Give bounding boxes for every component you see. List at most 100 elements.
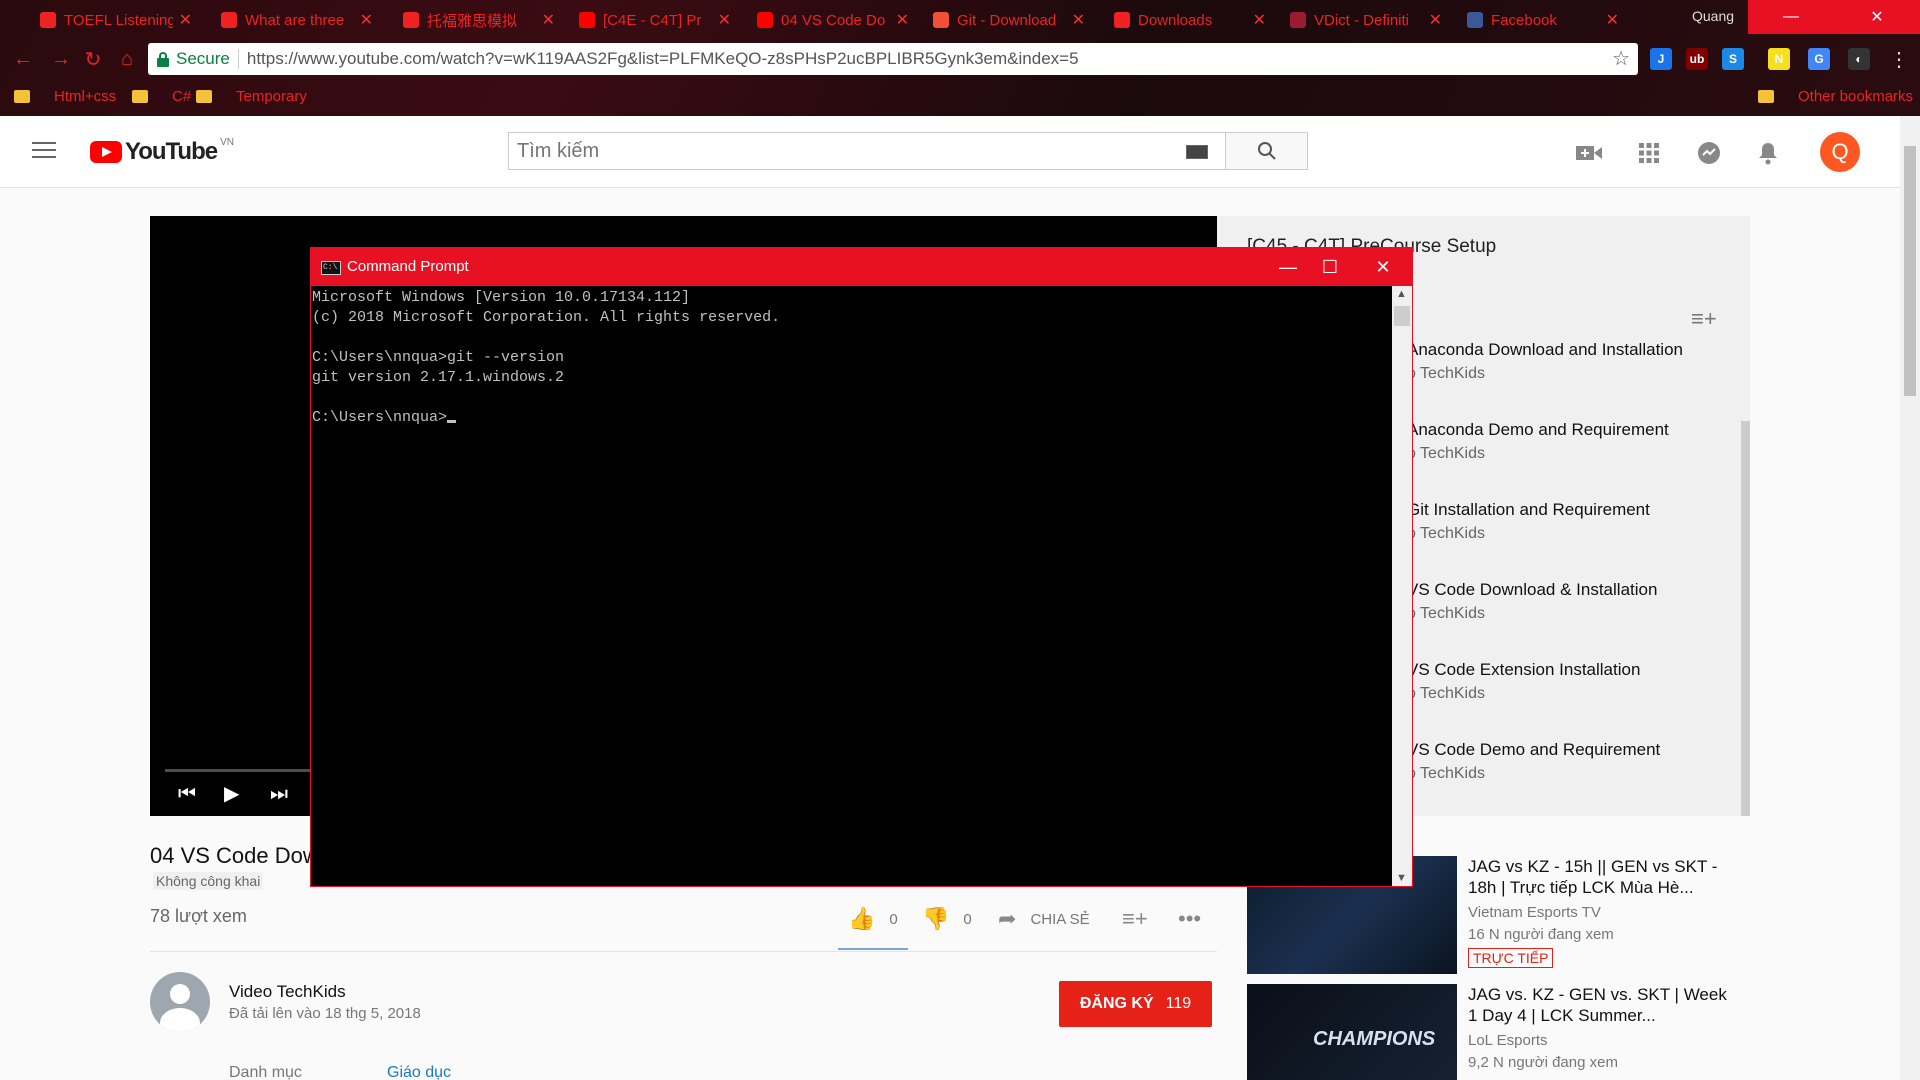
- console-line: C:\Users\nnqua>git --version: [312, 349, 565, 366]
- close-tab-icon[interactable]: ✕: [1429, 10, 1442, 30]
- home-icon[interactable]: ⌂: [114, 46, 140, 72]
- account-avatar[interactable]: Q: [1820, 132, 1860, 172]
- save-playlist-icon[interactable]: ≡+: [1691, 306, 1717, 332]
- close-tab-icon[interactable]: ✕: [1606, 10, 1619, 30]
- playlist-scrollbar[interactable]: [1741, 421, 1750, 816]
- play-icon[interactable]: ▶: [224, 781, 239, 806]
- video-thumbnail[interactable]: CHAMPIONS: [1247, 984, 1457, 1080]
- extension-icon[interactable]: N: [1768, 48, 1790, 70]
- recommended-title: JAG vs. KZ - GEN vs. SKT | Week 1 Day 4 …: [1468, 985, 1727, 1025]
- bookmarks-bar: Html+css C# Temporary Other bookmarks: [0, 84, 1920, 112]
- playlist-item-channel: o TechKids: [1407, 685, 1485, 702]
- close-tab-icon[interactable]: ✕: [896, 10, 909, 30]
- bookmark-folder-temporary[interactable]: Temporary: [196, 88, 307, 105]
- page-scrollbar-thumb[interactable]: [1904, 146, 1916, 396]
- extension-icon[interactable]: J: [1650, 48, 1672, 70]
- browser-tab[interactable]: VDict - Definiti ✕: [1268, 4, 1452, 36]
- close-tab-icon[interactable]: ✕: [179, 10, 192, 30]
- subscribe-button[interactable]: ĐĂNG KÝ 119: [1059, 981, 1212, 1027]
- messages-icon[interactable]: [1696, 140, 1722, 166]
- bookmark-label: Html+css: [54, 88, 117, 105]
- more-dots-icon: •••: [1178, 906, 1202, 931]
- browser-toolbar: ← → ↻ ⌂ Secure https://www.youtube.com/w…: [0, 38, 1920, 80]
- back-arrow-icon[interactable]: ←: [10, 46, 36, 72]
- extension-icon[interactable]: S: [1722, 48, 1744, 70]
- share-button[interactable]: ➦ CHIA SẺ: [998, 906, 1090, 932]
- lock-icon: [157, 52, 169, 67]
- previous-video-icon[interactable]: ⏮: [178, 783, 196, 806]
- cmd-maximize-button[interactable]: ☐: [1301, 248, 1359, 286]
- notifications-bell-icon[interactable]: [1755, 140, 1781, 166]
- cmd-console-output[interactable]: Microsoft Windows [Version 10.0.17134.11…: [312, 288, 1388, 884]
- browser-tab[interactable]: [C4E - C4T] Pr ✕: [557, 4, 741, 36]
- browser-tab[interactable]: 04 VS Code Do ✕: [735, 4, 919, 36]
- playlist-item-title: VS Code Download & Installation: [1407, 580, 1658, 599]
- divider: [150, 951, 1217, 952]
- address-bar[interactable]: Secure https://www.youtube.com/watch?v=w…: [148, 43, 1638, 75]
- search-input[interactable]: [508, 132, 1226, 170]
- playlist-item-channel: o TechKids: [1407, 765, 1485, 782]
- hamburger-menu-icon[interactable]: [32, 142, 56, 160]
- scroll-down-arrow-icon[interactable]: ▼: [1396, 872, 1407, 884]
- thumbs-down-icon: 👎: [922, 906, 950, 931]
- tab-title: TOEFL Listening: [64, 11, 173, 29]
- channel-avatar[interactable]: [150, 972, 210, 1032]
- command-prompt-window[interactable]: C:\ Command Prompt — ☐ ✕ Microsoft Windo…: [310, 247, 1413, 887]
- page-scrollbar[interactable]: [1900, 116, 1920, 1080]
- close-tab-icon[interactable]: ✕: [718, 10, 731, 30]
- bookmark-folder-csharp[interactable]: C#: [132, 88, 191, 105]
- cmd-scrollbar[interactable]: ▲ ▼: [1392, 286, 1412, 886]
- category-link[interactable]: Giáo dục: [387, 1064, 451, 1080]
- secure-label: Secure: [176, 49, 230, 68]
- recommended-video[interactable]: CHAMPIONS JAG vs. KZ - GEN vs. SKT | Week…: [1247, 984, 1747, 1080]
- thumbnail-text: CHAMPIONS: [1313, 1028, 1436, 1050]
- forward-arrow-icon[interactable]: →: [48, 46, 74, 72]
- console-line: C:\Users\nnqua>: [312, 408, 1388, 428]
- other-bookmarks[interactable]: Other bookmarks: [1758, 88, 1913, 105]
- close-tab-icon[interactable]: ✕: [360, 10, 373, 30]
- dislike-button[interactable]: 👎 0: [922, 906, 972, 932]
- tab-strip: TOEFL Listening ✕ What are three ✕ 托福雅思模拟 ✕ [C…: [0, 0, 1920, 36]
- cmd-titlebar[interactable]: C:\ Command Prompt — ☐ ✕: [311, 248, 1412, 286]
- extension-icon[interactable]: G: [1808, 48, 1830, 70]
- cmd-scrollbar-thumb[interactable]: [1394, 306, 1410, 326]
- profile-name[interactable]: Quang: [1692, 8, 1734, 24]
- search-button[interactable]: [1226, 132, 1308, 170]
- browser-tab[interactable]: 托福雅思模拟 ✕: [381, 4, 565, 36]
- close-tab-icon[interactable]: ✕: [542, 10, 555, 30]
- more-actions-button[interactable]: •••: [1178, 906, 1215, 932]
- url-text[interactable]: https://www.youtube.com/watch?v=wK119AAS…: [247, 49, 1079, 69]
- extension-icon[interactable]: ◐: [1848, 48, 1870, 70]
- folder-icon: [196, 90, 212, 103]
- bookmark-folder-html-css[interactable]: Html+css: [14, 88, 116, 105]
- search-icon: [1257, 142, 1276, 160]
- reload-icon[interactable]: ↻: [80, 46, 106, 72]
- extension-icon[interactable]: ub: [1686, 48, 1708, 70]
- add-to-playlist-button[interactable]: ≡+: [1122, 906, 1162, 932]
- browser-tab[interactable]: Facebook ✕: [1445, 4, 1629, 36]
- browser-tab[interactable]: TOEFL Listening ✕: [18, 4, 202, 36]
- browser-tab[interactable]: Downloads ✕: [1092, 4, 1276, 36]
- minimize-button[interactable]: —: [1748, 0, 1834, 34]
- youtube-logo-text: YouTube: [125, 138, 218, 165]
- upload-video-icon[interactable]: [1576, 140, 1602, 166]
- view-count: 78 lượt xem: [150, 906, 247, 926]
- keyboard-icon[interactable]: [1186, 145, 1208, 159]
- tab-title: Facebook: [1491, 11, 1557, 29]
- apps-grid-icon[interactable]: [1636, 140, 1662, 166]
- bookmark-star-icon[interactable]: ☆: [1612, 46, 1630, 71]
- close-tab-icon[interactable]: ✕: [1072, 10, 1085, 30]
- scroll-up-arrow-icon[interactable]: ▲: [1396, 288, 1407, 300]
- cmd-close-button[interactable]: ✕: [1354, 248, 1412, 286]
- cmd-app-icon: C:\: [321, 261, 341, 275]
- close-window-button[interactable]: ✕: [1834, 0, 1920, 34]
- next-video-icon[interactable]: ⏭: [270, 783, 288, 806]
- browser-tab[interactable]: What are three ✕: [199, 4, 383, 36]
- chrome-menu-icon[interactable]: ⋮: [1886, 46, 1912, 72]
- like-button[interactable]: 👍 0: [848, 906, 898, 932]
- youtube-logo[interactable]: YouTube VN: [90, 137, 234, 166]
- close-tab-icon[interactable]: ✕: [1253, 10, 1266, 30]
- channel-name[interactable]: Video TechKids: [229, 982, 346, 1002]
- download-icon: [1114, 12, 1130, 28]
- browser-tab[interactable]: Git - Download ✕: [911, 4, 1095, 36]
